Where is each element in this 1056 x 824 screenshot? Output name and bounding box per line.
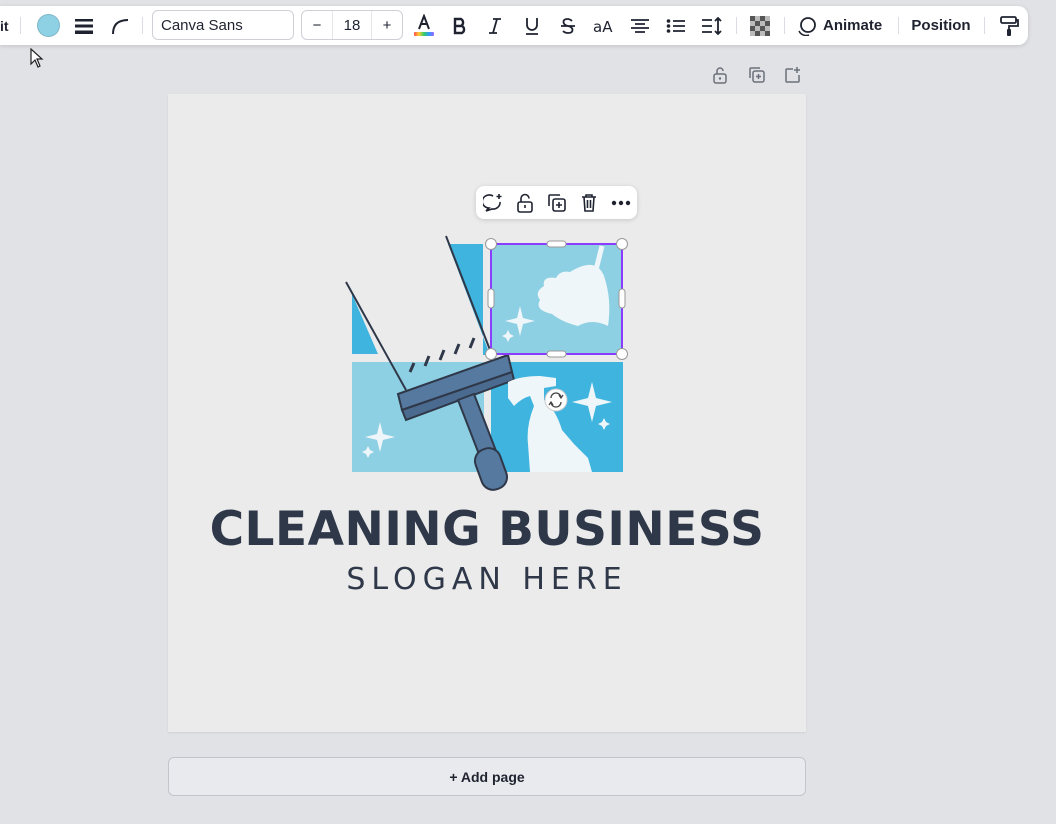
design-slogan-text[interactable]: SLOGAN HERE: [168, 562, 806, 597]
increase-font-size-button[interactable]: +: [372, 11, 402, 39]
edit-button[interactable]: it: [0, 6, 12, 45]
strikethrough-icon: [561, 17, 575, 34]
copy-style-button[interactable]: [996, 6, 1022, 45]
transparency-button[interactable]: [748, 6, 772, 45]
bold-icon: [453, 17, 466, 34]
strikethrough-button[interactable]: [556, 6, 580, 45]
animate-button[interactable]: Animate: [796, 6, 888, 45]
font-size-stepper: − 18 +: [301, 10, 403, 40]
add-page-label: + Add page: [449, 768, 525, 785]
lock-icon: [713, 67, 727, 84]
duplicate-page-button[interactable]: [746, 64, 768, 86]
position-button[interactable]: Position: [908, 6, 974, 45]
bold-button[interactable]: [448, 6, 472, 45]
mouse-cursor-icon: [30, 48, 44, 68]
trash-icon: [582, 194, 596, 212]
text-align-button[interactable]: [628, 6, 652, 45]
cleaning-logo-graphic[interactable]: [330, 230, 640, 495]
edit-label: it: [0, 17, 9, 34]
divider: [20, 17, 21, 34]
list-button[interactable]: [664, 6, 688, 45]
position-label: Position: [911, 17, 971, 34]
fill-color-button[interactable]: [34, 6, 62, 45]
comment-button[interactable]: [481, 191, 505, 215]
comment-icon: [483, 194, 502, 212]
font-family-dropdown[interactable]: Canva Sans: [152, 10, 294, 40]
lock-element-button[interactable]: [513, 191, 537, 215]
design-title-text[interactable]: CLEANING BUSINESS: [168, 502, 806, 557]
text-color-icon: [414, 13, 434, 36]
corner-rounding-button[interactable]: [108, 6, 132, 45]
letter-case-icon: aA: [593, 18, 613, 34]
align-center-icon: [631, 18, 649, 33]
font-size-input[interactable]: 18: [332, 11, 372, 39]
border-style-button[interactable]: [72, 6, 96, 45]
lock-page-button[interactable]: [709, 64, 731, 86]
add-page-icon: [785, 67, 800, 83]
letter-case-button[interactable]: aA: [591, 6, 617, 45]
more-icon: [611, 200, 631, 206]
fill-color-swatch: [36, 14, 60, 37]
italic-button[interactable]: [483, 6, 507, 45]
animate-label: Animate: [823, 17, 883, 34]
underline-icon: [526, 17, 538, 35]
more-options-button[interactable]: [609, 191, 633, 215]
border-style-icon: [75, 18, 93, 34]
window-pane-top-left: [352, 294, 378, 354]
paint-roller-icon: [1000, 15, 1019, 36]
divider: [984, 17, 985, 34]
rotate-handle[interactable]: [544, 388, 568, 412]
window-pane-top-strip: [448, 244, 490, 355]
lock-icon: [517, 193, 533, 213]
transparency-icon: [750, 15, 770, 36]
divider: [736, 17, 737, 34]
add-page-icon-button[interactable]: [782, 64, 804, 86]
divider: [898, 17, 899, 34]
duplicate-element-button[interactable]: [545, 191, 569, 215]
add-page-button[interactable]: + Add page: [168, 757, 806, 796]
corner-rounding-icon: [112, 18, 129, 34]
underline-button[interactable]: [520, 6, 544, 45]
divider: [142, 17, 143, 34]
svg-text:aA: aA: [593, 18, 613, 34]
text-color-button[interactable]: [412, 6, 436, 45]
italic-icon: [489, 17, 501, 34]
font-family-value: Canva Sans: [161, 16, 243, 34]
delete-element-button[interactable]: [577, 191, 601, 215]
spacing-icon: [702, 16, 722, 35]
duplicate-page-icon: [749, 67, 765, 83]
element-toolbar: [476, 186, 637, 219]
decrease-font-size-button[interactable]: −: [302, 11, 332, 39]
divider: [784, 17, 785, 34]
text-toolbar: it Canva Sans − 18 + aA Animate Position: [0, 6, 1028, 45]
animate-icon: [798, 16, 816, 36]
duplicate-icon: [548, 194, 566, 212]
list-icon: [666, 18, 685, 33]
spacing-button[interactable]: [700, 6, 724, 45]
